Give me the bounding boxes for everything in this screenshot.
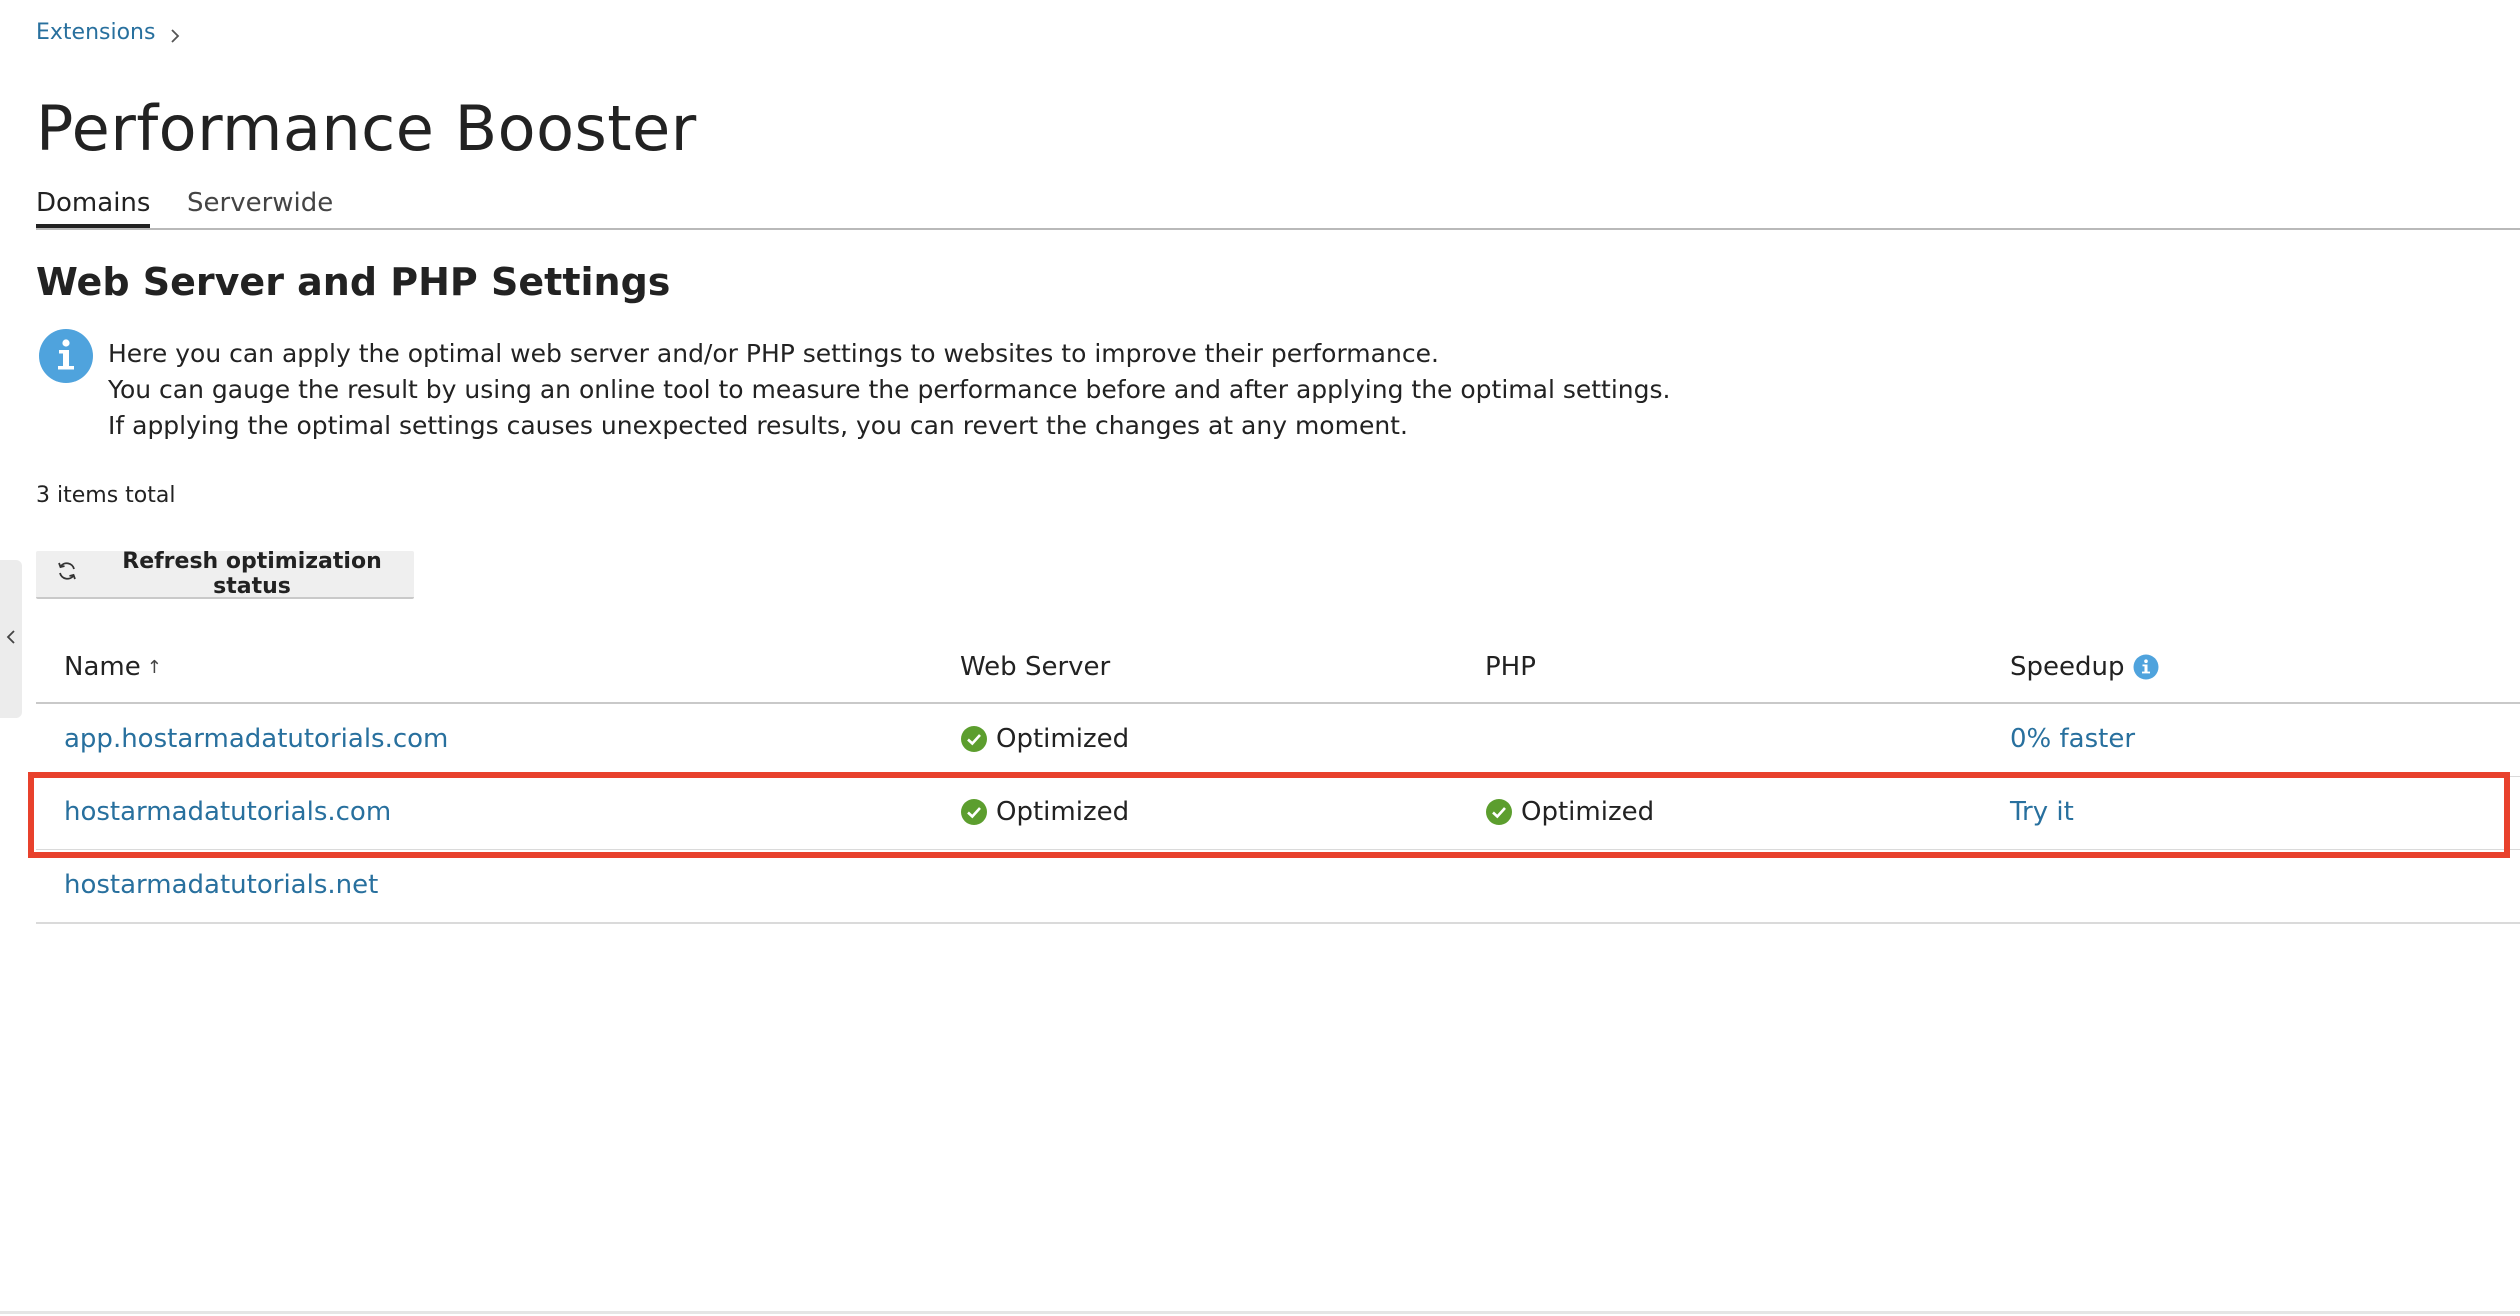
- try-it-link[interactable]: Try it: [2010, 797, 2074, 827]
- info-icon: [38, 328, 94, 384]
- chevron-right-icon: [167, 25, 183, 43]
- divider: [0, 1311, 2520, 1314]
- info-line: You can gauge the result by using an onl…: [108, 375, 1671, 404]
- sort-arrow-up-icon: ↑: [146, 656, 162, 678]
- refresh-icon: [56, 560, 90, 588]
- php-status: Optimized: [1485, 797, 1654, 827]
- column-header-web-server: Web Server: [960, 652, 1111, 682]
- table-row: app.hostarmadatutorials.com Optimized 0%…: [36, 704, 2520, 777]
- speedup-link[interactable]: 0% faster: [2010, 724, 2135, 754]
- info-icon[interactable]: [2133, 654, 2159, 680]
- domain-link[interactable]: hostarmadatutorials.com: [64, 797, 391, 827]
- table-row: hostarmadatutorials.net: [36, 850, 2520, 924]
- table-header: Name ↑ Web Server PHP Speedup: [36, 630, 2520, 704]
- tab-domains[interactable]: Domains: [36, 188, 151, 228]
- table-row: hostarmadatutorials.com Optimized Optimi…: [36, 777, 2520, 850]
- check-circle-icon: [961, 726, 987, 752]
- items-total: 3 items total: [36, 483, 176, 508]
- info-message: Here you can apply the optimal web serve…: [108, 336, 1671, 444]
- web-server-status: Optimized: [960, 724, 1129, 754]
- php-status-label: Optimized: [1521, 797, 1655, 827]
- refresh-optimization-status-button[interactable]: Refresh optimization status: [36, 549, 414, 599]
- column-header-speedup-label: Speedup: [2010, 652, 2125, 682]
- collapse-handle[interactable]: [0, 560, 22, 718]
- info-line: If applying the optimal settings causes …: [108, 411, 1408, 440]
- refresh-button-label: Refresh optimization status: [122, 549, 382, 599]
- column-header-name[interactable]: Name ↑: [64, 652, 162, 682]
- web-server-status: Optimized: [960, 797, 1129, 827]
- column-header-php: PHP: [1485, 652, 1536, 682]
- domain-link[interactable]: app.hostarmadatutorials.com: [64, 724, 448, 754]
- section-title: Web Server and PHP Settings: [36, 260, 671, 304]
- domains-table: Name ↑ Web Server PHP Speedup app.hostar…: [36, 630, 2520, 924]
- info-line: Here you can apply the optimal web serve…: [108, 339, 1439, 368]
- breadcrumb-link-extensions[interactable]: Extensions: [36, 20, 155, 45]
- web-server-status-label: Optimized: [996, 797, 1130, 827]
- column-header-name-label: Name: [64, 652, 141, 682]
- check-circle-icon: [961, 799, 987, 825]
- domain-link[interactable]: hostarmadatutorials.net: [64, 870, 378, 900]
- web-server-status-label: Optimized: [996, 724, 1130, 754]
- column-header-speedup: Speedup: [2010, 652, 2159, 682]
- check-circle-icon: [1486, 799, 1512, 825]
- page: Extensions Performance Booster Domains S…: [0, 0, 2520, 1316]
- tabs: Domains Serverwide: [36, 186, 2520, 230]
- page-title: Performance Booster: [36, 92, 697, 165]
- chevron-left-icon: [5, 628, 17, 650]
- tab-serverwide[interactable]: Serverwide: [187, 188, 333, 226]
- breadcrumb: Extensions: [36, 20, 183, 45]
